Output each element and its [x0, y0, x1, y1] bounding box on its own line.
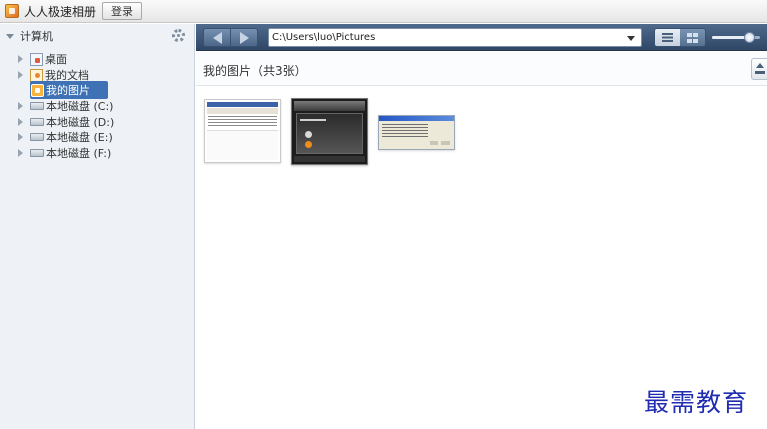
expand-arrow-icon[interactable] [18, 149, 23, 157]
expand-arrow-icon[interactable] [18, 55, 23, 63]
sidebar-item-disk-c[interactable]: 本地磁盘 (C:) [0, 98, 113, 114]
view-mode-toggle [654, 28, 706, 47]
sidebar-item-disk-f[interactable]: 本地磁盘 (F:) [0, 145, 111, 161]
pictures-icon [31, 83, 44, 97]
list-view-button[interactable] [655, 29, 680, 46]
disk-icon [30, 118, 44, 126]
sidebar-item-label: 本地磁盘 (D:) [46, 116, 115, 129]
disk-icon [30, 149, 44, 157]
selected-item-highlight[interactable]: 我的图片 [30, 81, 108, 99]
path-combobox[interactable] [268, 28, 642, 47]
disk-icon [30, 102, 44, 110]
sidebar-item-label: 桌面 [45, 53, 67, 66]
watermark: 最需教育 [644, 388, 749, 417]
toolbar [196, 24, 767, 51]
expand-arrow-icon[interactable] [18, 102, 23, 110]
arrow-right-icon [239, 31, 249, 44]
sidebar-header[interactable]: 计算机 [0, 24, 194, 48]
zoom-slider-thumb[interactable] [744, 32, 756, 43]
sidebar-item-disk-d[interactable]: 本地磁盘 (D:) [0, 114, 114, 130]
title-bar: 人人极速相册 登录 [0, 0, 767, 23]
path-input[interactable] [269, 29, 619, 46]
grid-view-button[interactable] [680, 29, 705, 46]
zoom-slider[interactable] [712, 32, 760, 43]
thumbnail-1[interactable] [204, 99, 281, 163]
gear-icon[interactable] [172, 29, 185, 42]
app-title: 人人极速相册 [24, 4, 97, 19]
folder-title: 我的图片（共3张） [203, 64, 307, 78]
expand-arrow-icon[interactable] [18, 71, 23, 79]
sidebar-item-label: 本地磁盘 (E:) [46, 131, 113, 144]
content-header: 我的图片（共3张） [196, 52, 767, 86]
sidebar: 计算机 桌面 我的文档 我的图片 本地磁盘 (C:) 本地磁盘 (D:) 本地磁… [0, 24, 195, 429]
arrow-left-icon [212, 31, 222, 44]
thumbnail-3[interactable] [378, 115, 455, 150]
sidebar-item-label: 本地磁盘 (F:) [46, 147, 112, 160]
login-button[interactable]: 登录 [102, 2, 143, 20]
app-logo-icon [5, 4, 19, 18]
sidebar-item-desktop[interactable]: 桌面 [0, 51, 67, 67]
sidebar-title: 计算机 [20, 30, 53, 43]
sidebar-item-disk-e[interactable]: 本地磁盘 (E:) [0, 129, 113, 145]
documents-icon [30, 68, 43, 82]
sidebar-item-pictures[interactable]: 我的图片 [0, 81, 108, 99]
disk-icon [30, 133, 44, 141]
upload-icon [755, 63, 765, 75]
upload-button[interactable] [751, 58, 767, 80]
collapse-arrow-icon[interactable] [6, 33, 14, 39]
sidebar-item-label: 本地磁盘 (C:) [46, 100, 114, 113]
navigation-buttons [203, 28, 258, 47]
forward-button[interactable] [230, 29, 257, 46]
back-button[interactable] [204, 29, 230, 46]
sidebar-item-label: 我的图片 [46, 84, 90, 97]
photo-grid [196, 87, 767, 429]
thumbnail-2[interactable] [291, 98, 368, 165]
expand-arrow-icon[interactable] [18, 118, 23, 126]
chevron-down-icon[interactable] [627, 36, 635, 41]
list-view-icon [662, 33, 673, 42]
grid-view-icon [687, 32, 698, 43]
expand-arrow-icon[interactable] [18, 133, 23, 141]
desktop-icon [30, 52, 43, 66]
